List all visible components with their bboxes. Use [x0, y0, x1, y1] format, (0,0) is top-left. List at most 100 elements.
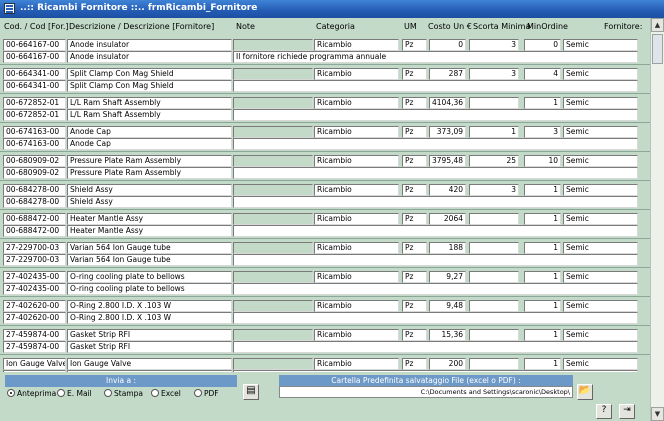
descrizione-field[interactable]: Anode Cap	[67, 126, 232, 138]
note-fornitore-field[interactable]	[233, 283, 638, 295]
note-fornitore-field[interactable]	[233, 225, 638, 237]
descrizione-field[interactable]: Anode insulator	[67, 39, 232, 51]
scorta-field[interactable]	[469, 300, 519, 312]
cartella-path-field[interactable]: C:\Documents and Settings\scaronic\Deskt…	[279, 386, 573, 398]
note-fornitore-field[interactable]: Il fornitore richiede programma annuale	[233, 51, 638, 63]
costo-field[interactable]: 2064	[429, 213, 466, 225]
costo-field[interactable]: 188	[429, 242, 466, 254]
descrizione-fornitore-field[interactable]: Anode Cap	[67, 138, 232, 150]
scroll-thumb[interactable]	[652, 34, 663, 64]
categoria-field[interactable]: Ricambio	[314, 358, 399, 370]
scorta-field[interactable]: 3	[469, 184, 519, 196]
fornitore-field[interactable]: Semic	[563, 358, 638, 370]
costo-field[interactable]: 15,36	[429, 329, 466, 341]
note-field[interactable]	[233, 68, 313, 80]
scorta-field[interactable]: 25	[469, 155, 519, 167]
scroll-up-icon[interactable]: ▲	[651, 18, 664, 32]
codice-field[interactable]: 00-672852-01	[3, 97, 66, 109]
note-fornitore-field[interactable]	[233, 341, 638, 353]
note-field[interactable]	[233, 271, 313, 283]
help-key-icon[interactable]: ?	[596, 404, 612, 419]
vertical-scrollbar[interactable]: ▲ ▼	[650, 18, 664, 421]
descrizione-field[interactable]: Heater Mantle Assy	[67, 213, 232, 225]
um-field[interactable]: Pz	[402, 155, 427, 167]
um-field[interactable]: Pz	[402, 242, 427, 254]
fornitore-field[interactable]: Semic	[563, 242, 638, 254]
descrizione-fornitore-field[interactable]: Shield Assy	[67, 196, 232, 208]
costo-field[interactable]: 4104,36	[429, 97, 466, 109]
codice-fornitore-field[interactable]: 00-684278-00	[3, 196, 66, 208]
fornitore-field[interactable]: Semic	[563, 184, 638, 196]
note-field[interactable]	[233, 126, 313, 138]
note-fornitore-field[interactable]	[233, 109, 638, 121]
minordine-field[interactable]: 1	[524, 242, 561, 254]
minordine-field[interactable]: 1	[524, 97, 561, 109]
scorta-field[interactable]	[469, 329, 519, 341]
codice-fornitore-field[interactable]: 27-459874-00	[3, 341, 66, 353]
scorta-field[interactable]	[469, 213, 519, 225]
note-field[interactable]	[233, 97, 313, 109]
fornitore-field[interactable]: Semic	[563, 126, 638, 138]
categoria-field[interactable]: Ricambio	[314, 242, 399, 254]
radio-excel[interactable]: Excel	[151, 389, 181, 398]
categoria-field[interactable]: Ricambio	[314, 184, 399, 196]
categoria-field[interactable]: Ricambio	[314, 300, 399, 312]
codice-field[interactable]: 00-688472-00	[3, 213, 66, 225]
note-fornitore-field[interactable]	[233, 196, 638, 208]
descrizione-fornitore-field[interactable]: Heater Mantle Assy	[67, 225, 232, 237]
categoria-field[interactable]: Ricambio	[314, 271, 399, 283]
descrizione-field[interactable]: Ion Gauge Valve	[67, 358, 232, 370]
um-field[interactable]: Pz	[402, 271, 427, 283]
minordine-field[interactable]: 1	[524, 358, 561, 370]
minordine-field[interactable]: 1	[524, 213, 561, 225]
minordine-field[interactable]: 1	[524, 271, 561, 283]
um-field[interactable]: Pz	[402, 358, 427, 370]
fornitore-field[interactable]: Semic	[563, 329, 638, 341]
scorta-field[interactable]	[469, 271, 519, 283]
costo-field[interactable]: 9,48	[429, 300, 466, 312]
descrizione-fornitore-field[interactable]: L/L Ram Shaft Assembly	[67, 109, 232, 121]
note-field[interactable]	[233, 39, 313, 51]
costo-field[interactable]: 3795,48	[429, 155, 466, 167]
codice-fornitore-field[interactable]: 00-664167-00	[3, 51, 66, 63]
descrizione-fornitore-field[interactable]: O-ring cooling plate to bellows	[67, 283, 232, 295]
note-field[interactable]	[233, 358, 313, 370]
descrizione-field[interactable]: L/L Ram Shaft Assembly	[67, 97, 232, 109]
scorta-field[interactable]	[469, 358, 519, 370]
fornitore-field[interactable]: Semic	[563, 155, 638, 167]
categoria-field[interactable]: Ricambio	[314, 155, 399, 167]
codice-fornitore-field[interactable]: 00-672852-01	[3, 109, 66, 121]
um-field[interactable]: Pz	[402, 300, 427, 312]
radio-pdf[interactable]: PDF	[194, 389, 219, 398]
note-field[interactable]	[233, 242, 313, 254]
categoria-field[interactable]: Ricambio	[314, 329, 399, 341]
radio-e-mail[interactable]: E. Mail	[57, 389, 92, 398]
fornitore-field[interactable]: Semic	[563, 68, 638, 80]
costo-field[interactable]: 9,27	[429, 271, 466, 283]
radio-dot-icon[interactable]	[194, 389, 202, 397]
codice-fornitore-field[interactable]: 27-402435-00	[3, 283, 66, 295]
descrizione-field[interactable]: Gasket Strip RFI	[67, 329, 232, 341]
minordine-field[interactable]: 10	[524, 155, 561, 167]
exit-door-icon[interactable]: ⇥	[619, 404, 635, 419]
descrizione-field[interactable]: O-ring cooling plate to bellows	[67, 271, 232, 283]
categoria-field[interactable]: Ricambio	[314, 97, 399, 109]
costo-field[interactable]: 0	[429, 39, 466, 51]
codice-fornitore-field[interactable]: 00-664341-00	[3, 80, 66, 92]
codice-field[interactable]: 27-402620-00	[3, 300, 66, 312]
preview-document-icon[interactable]: ▤	[243, 384, 259, 400]
codice-field[interactable]: 27-229700-03	[3, 242, 66, 254]
codice-field[interactable]: Ion Gauge Valve	[3, 358, 66, 370]
fornitore-field[interactable]: Semic	[563, 300, 638, 312]
note-field[interactable]	[233, 213, 313, 225]
radio-stampa[interactable]: Stampa	[104, 389, 143, 398]
codice-field[interactable]: 00-664341-00	[3, 68, 66, 80]
categoria-field[interactable]: Ricambio	[314, 68, 399, 80]
categoria-field[interactable]: Ricambio	[314, 213, 399, 225]
codice-fornitore-field[interactable]: 00-674163-00	[3, 138, 66, 150]
um-field[interactable]: Pz	[402, 68, 427, 80]
um-field[interactable]: Pz	[402, 39, 427, 51]
costo-field[interactable]: 200	[429, 358, 466, 370]
minordine-field[interactable]: 3	[524, 126, 561, 138]
um-field[interactable]: Pz	[402, 97, 427, 109]
